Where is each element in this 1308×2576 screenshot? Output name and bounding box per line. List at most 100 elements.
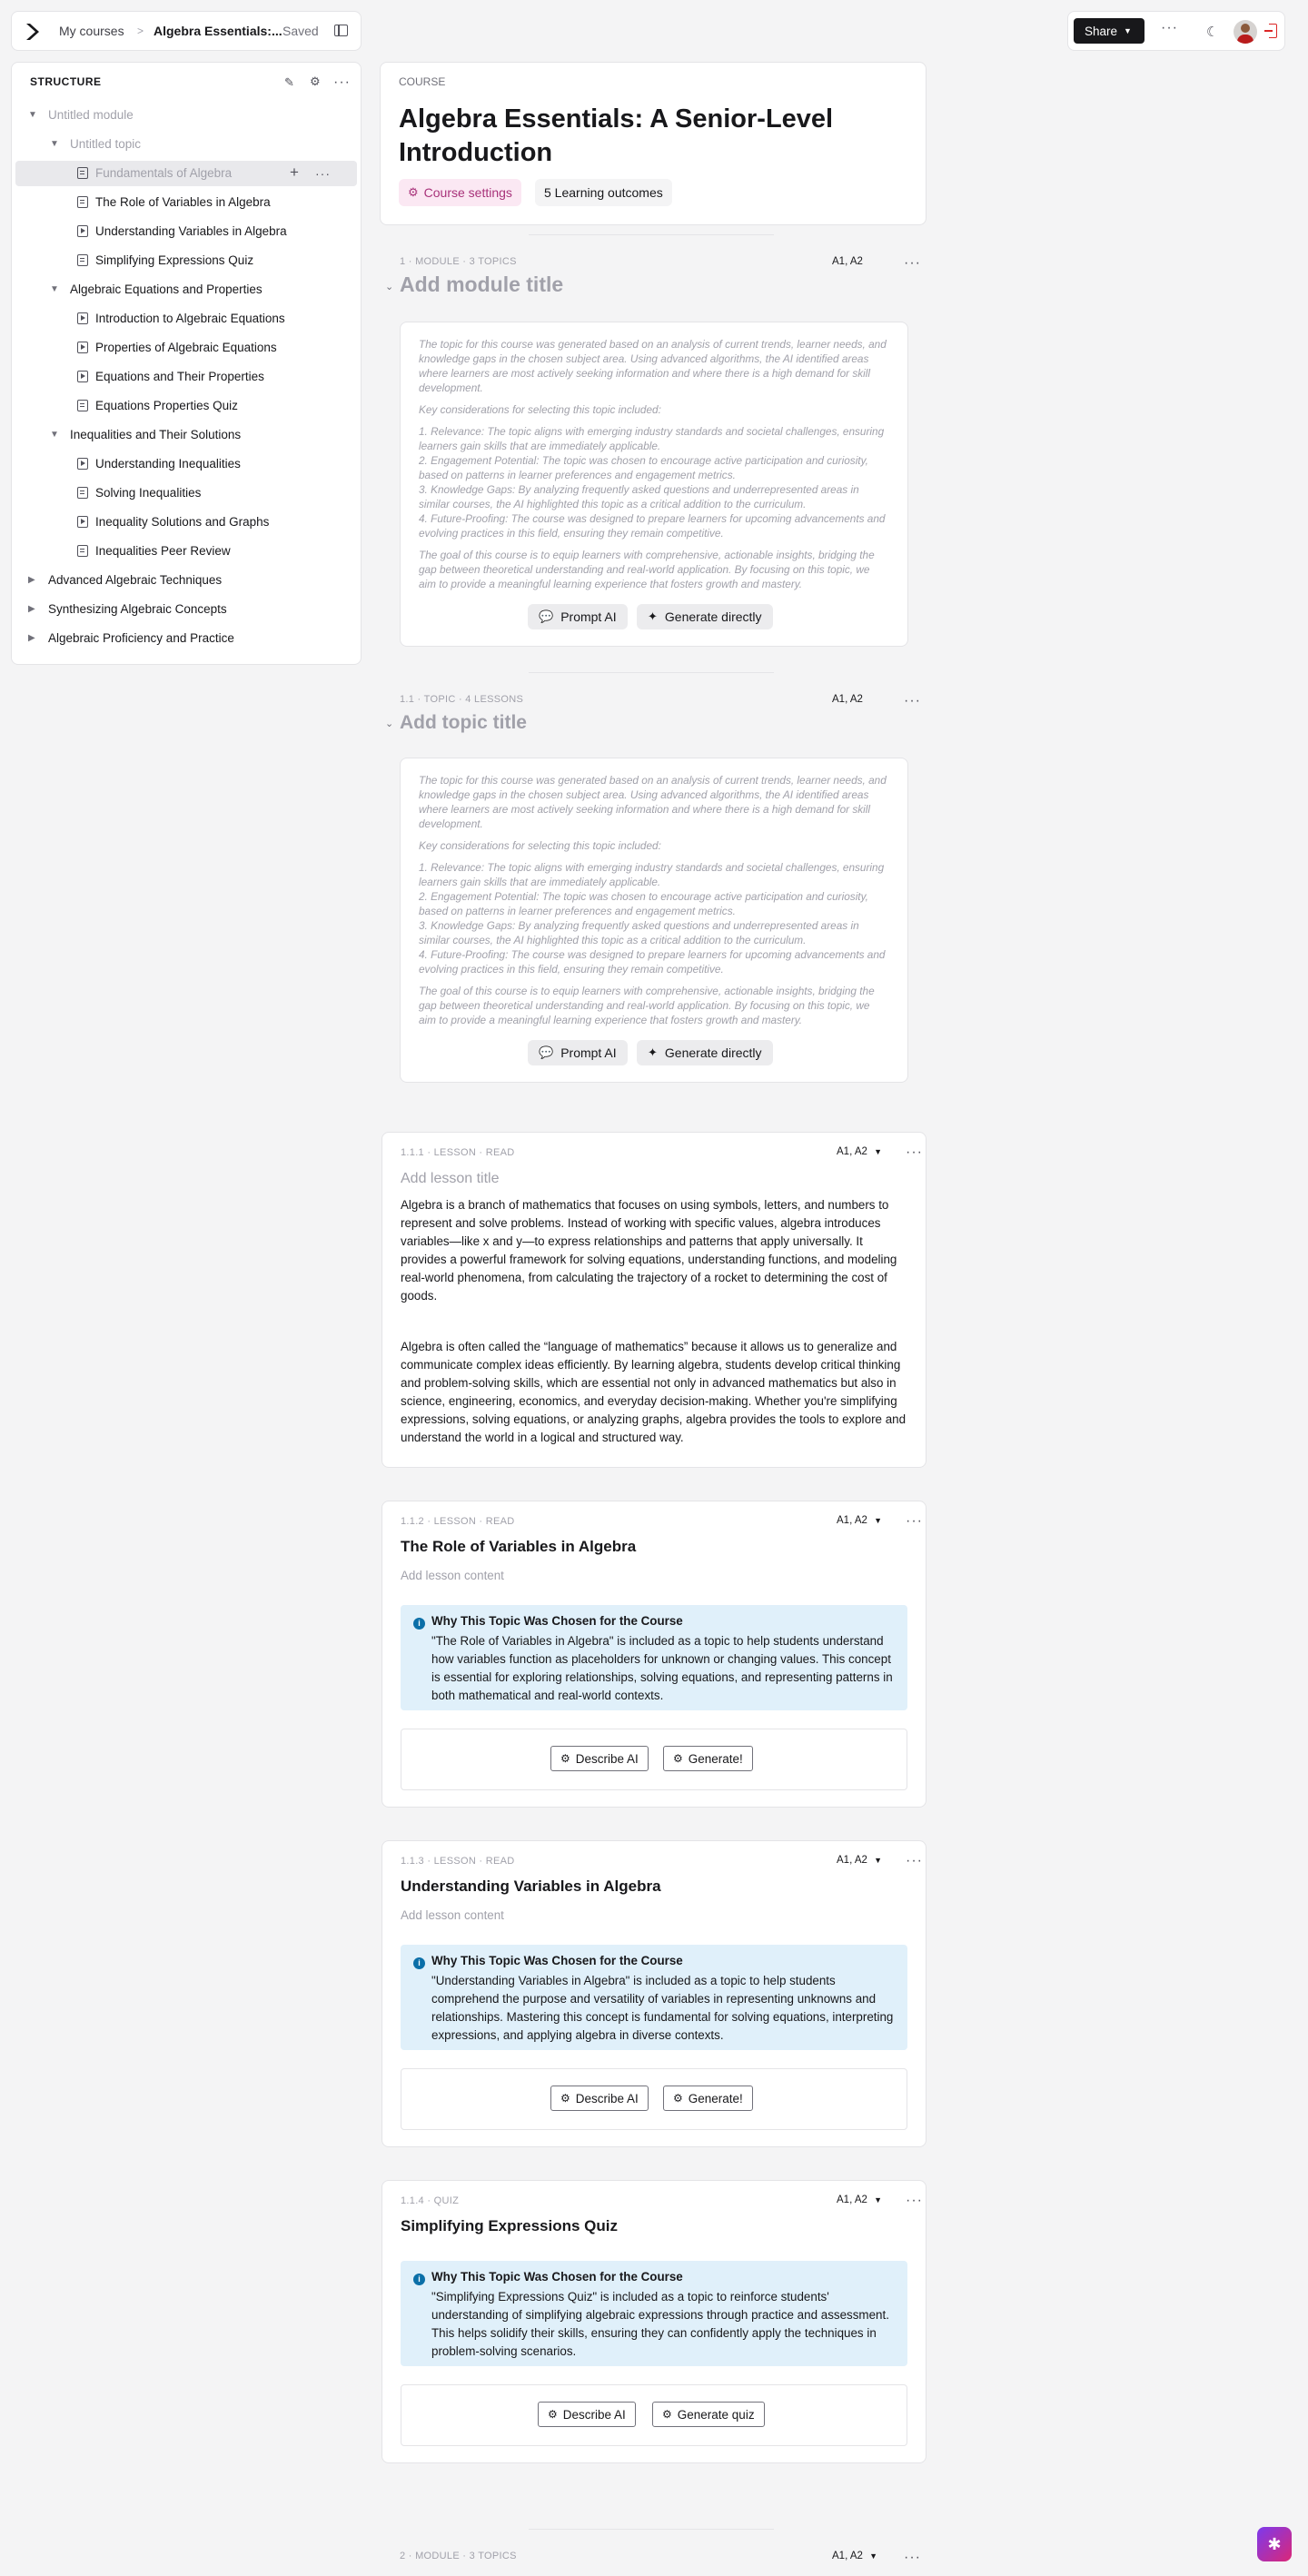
lesson-more-icon[interactable]: ···: [906, 1514, 923, 1529]
module-2-meta: 2 · MODULE · 3 TOPICS: [400, 2551, 517, 2561]
collapse-chevron-icon[interactable]: ⌄: [385, 718, 393, 729]
sidebar-item-label: Inequalities and Their Solutions: [70, 428, 242, 441]
document-icon: [77, 196, 88, 208]
quiz-levels-dropdown[interactable]: A1, A2 ▼: [837, 2195, 882, 2205]
sidebar-item[interactable]: Equations Properties Quiz: [15, 393, 357, 419]
sidebar-item[interactable]: ▼ Untitled topic: [15, 132, 357, 157]
sidebar-item[interactable]: ▼ Inequalities and Their Solutions: [15, 422, 357, 448]
course-title-line-1[interactable]: Algebra Essentials: A Senior-Level: [399, 103, 833, 136]
sidebar-item[interactable]: Fundamentals of Algebra + ···: [15, 161, 357, 186]
generate-button[interactable]: ⚙ Generate!: [663, 2086, 753, 2111]
sidebar-item[interactable]: Solving Inequalities: [15, 481, 357, 506]
breadcrumb-bar: My courses > Algebra Essentials:... Save…: [11, 11, 362, 51]
ai-assistant-button[interactable]: ✱: [1257, 2527, 1292, 2561]
sidebar-item[interactable]: Inequality Solutions and Graphs: [15, 510, 357, 535]
add-item-icon[interactable]: +: [290, 163, 299, 182]
topic-more-icon[interactable]: ···: [904, 694, 921, 708]
structure-sidebar: STRUCTURE ✎ ⚙ ··· ▼ Untitled module ▼ Untit…: [11, 62, 362, 665]
course-label: COURSE: [399, 75, 446, 88]
lesson-content-input[interactable]: Add lesson content: [401, 1569, 504, 1582]
caret-right-icon[interactable]: ▶: [28, 634, 37, 643]
module-2-levels-dropdown[interactable]: A1, A2 ▼: [832, 2551, 877, 2561]
sidebar-item[interactable]: Properties of Algebraic Equations: [15, 335, 357, 361]
caret-down-icon[interactable]: ▼: [50, 285, 59, 294]
prompt-ai-button[interactable]: 💬 Prompt AI: [528, 604, 628, 629]
sidebar-item[interactable]: The Role of Variables in Algebra: [15, 190, 357, 215]
lesson-more-icon[interactable]: ···: [906, 1854, 923, 1868]
lesson-title-input[interactable]: Add lesson title: [401, 1171, 500, 1187]
sidebar-item[interactable]: ▶ Advanced Algebraic Techniques: [15, 568, 357, 593]
logout-icon[interactable]: [1264, 24, 1277, 38]
course-settings-button[interactable]: ⚙ Course settings: [399, 179, 521, 206]
sidebar-item-label: Properties of Algebraic Equations: [95, 341, 277, 354]
module-2-more-icon[interactable]: ···: [904, 2551, 921, 2565]
dark-mode-moon-icon[interactable]: ☾: [1206, 24, 1218, 40]
more-options-icon[interactable]: ···: [1161, 21, 1178, 35]
lesson-actions-box: ⚙ Describe AI ⚙ Generate!: [401, 2068, 907, 2130]
chevron-right-icon: >: [137, 25, 144, 37]
sidebar-item[interactable]: Understanding Variables in Algebra: [15, 219, 357, 244]
settings-gear-icon[interactable]: ⚙: [310, 74, 321, 89]
lesson-body-paragraph-1[interactable]: Algebra is a branch of mathematics that …: [401, 1196, 909, 1305]
quiz-more-icon[interactable]: ···: [906, 2194, 923, 2208]
chevron-down-icon: ▼: [874, 1856, 883, 1865]
generate-directly-button[interactable]: ✦ Generate directly: [637, 604, 773, 629]
sidebar-item[interactable]: ▶ Algebraic Proficiency and Practice: [15, 626, 357, 651]
describe-ai-button[interactable]: ⚙ Describe AI: [538, 2402, 636, 2427]
lesson-levels-dropdown[interactable]: A1, A2 ▼: [837, 1146, 882, 1157]
module-generated-description: The topic for this course was generated …: [400, 322, 908, 647]
item-more-icon[interactable]: ···: [315, 166, 331, 181]
breadcrumb-my-courses[interactable]: My courses: [59, 24, 124, 38]
info-icon: i: [413, 1957, 425, 1969]
sidebar-item[interactable]: Simplifying Expressions Quiz: [15, 248, 357, 273]
course-title-line-2[interactable]: Introduction: [399, 136, 552, 170]
caret-down-icon[interactable]: ▼: [50, 431, 59, 440]
sidebar-toggle-icon[interactable]: [334, 25, 348, 36]
lesson-more-icon[interactable]: ···: [906, 1145, 923, 1160]
module-levels[interactable]: A1, A2: [832, 256, 863, 267]
avatar[interactable]: [1234, 20, 1257, 44]
app-logo-icon[interactable]: [21, 21, 43, 43]
share-button[interactable]: Share ▼: [1074, 18, 1144, 44]
edit-pencil-icon[interactable]: ✎: [284, 75, 294, 90]
sidebar-item[interactable]: ▼ Untitled module: [15, 103, 357, 128]
learning-outcomes-button[interactable]: 5 Learning outcomes: [535, 179, 672, 206]
caret-right-icon[interactable]: ▶: [28, 605, 37, 614]
sidebar-item[interactable]: Introduction to Algebraic Equations: [15, 306, 357, 332]
quiz-actions-box: ⚙ Describe AI ⚙ Generate quiz: [401, 2384, 907, 2446]
lesson-title[interactable]: Understanding Variables in Algebra: [401, 1878, 661, 1896]
topic-levels[interactable]: A1, A2: [832, 694, 863, 705]
module-title-input[interactable]: Add module title: [400, 272, 563, 297]
info-icon: i: [413, 2274, 425, 2285]
caret-right-icon[interactable]: ▶: [28, 576, 37, 585]
play-square-icon: [77, 458, 88, 470]
sidebar-item[interactable]: Inequalities Peer Review: [15, 539, 357, 564]
module-more-icon[interactable]: ···: [904, 256, 921, 271]
lesson-title[interactable]: The Role of Variables in Algebra: [401, 1538, 636, 1556]
sidebar-item-label: Simplifying Expressions Quiz: [95, 253, 254, 267]
lesson-levels-dropdown[interactable]: A1, A2 ▼: [837, 1855, 882, 1866]
sidebar-item[interactable]: Equations and Their Properties: [15, 364, 357, 390]
describe-ai-button[interactable]: ⚙ Describe AI: [550, 2086, 649, 2111]
lesson-body-paragraph-2[interactable]: Algebra is often called the “language of…: [401, 1338, 909, 1447]
breadcrumb-course[interactable]: Algebra Essentials:...: [154, 24, 282, 38]
sidebar-item[interactable]: Understanding Inequalities: [15, 451, 357, 477]
quiz-title[interactable]: Simplifying Expressions Quiz: [401, 2217, 618, 2235]
generate-button[interactable]: ⚙ Generate!: [663, 1746, 753, 1771]
topic-title-input[interactable]: Add topic title: [400, 712, 527, 734]
chevron-down-icon: ▼: [874, 1147, 883, 1156]
caret-down-icon[interactable]: ▼: [50, 140, 59, 149]
generate-directly-button[interactable]: ✦ Generate directly: [637, 1040, 773, 1065]
sidebar-item-label: Inequality Solutions and Graphs: [95, 515, 270, 529]
sidebar-more-icon[interactable]: ···: [333, 75, 351, 90]
lesson-content-input[interactable]: Add lesson content: [401, 1908, 504, 1922]
collapse-chevron-icon[interactable]: ⌄: [385, 281, 393, 292]
sparkle-gear-icon: ⚙: [673, 1752, 683, 1765]
sidebar-item[interactable]: ▼ Algebraic Equations and Properties: [15, 277, 357, 302]
describe-ai-button[interactable]: ⚙ Describe AI: [550, 1746, 649, 1771]
lesson-levels-dropdown[interactable]: A1, A2 ▼: [837, 1515, 882, 1526]
sidebar-item[interactable]: ▶ Synthesizing Algebraic Concepts: [15, 597, 357, 622]
generate-quiz-button[interactable]: ⚙ Generate quiz: [652, 2402, 765, 2427]
caret-down-icon[interactable]: ▼: [28, 111, 37, 120]
prompt-ai-button[interactable]: 💬 Prompt AI: [528, 1040, 628, 1065]
